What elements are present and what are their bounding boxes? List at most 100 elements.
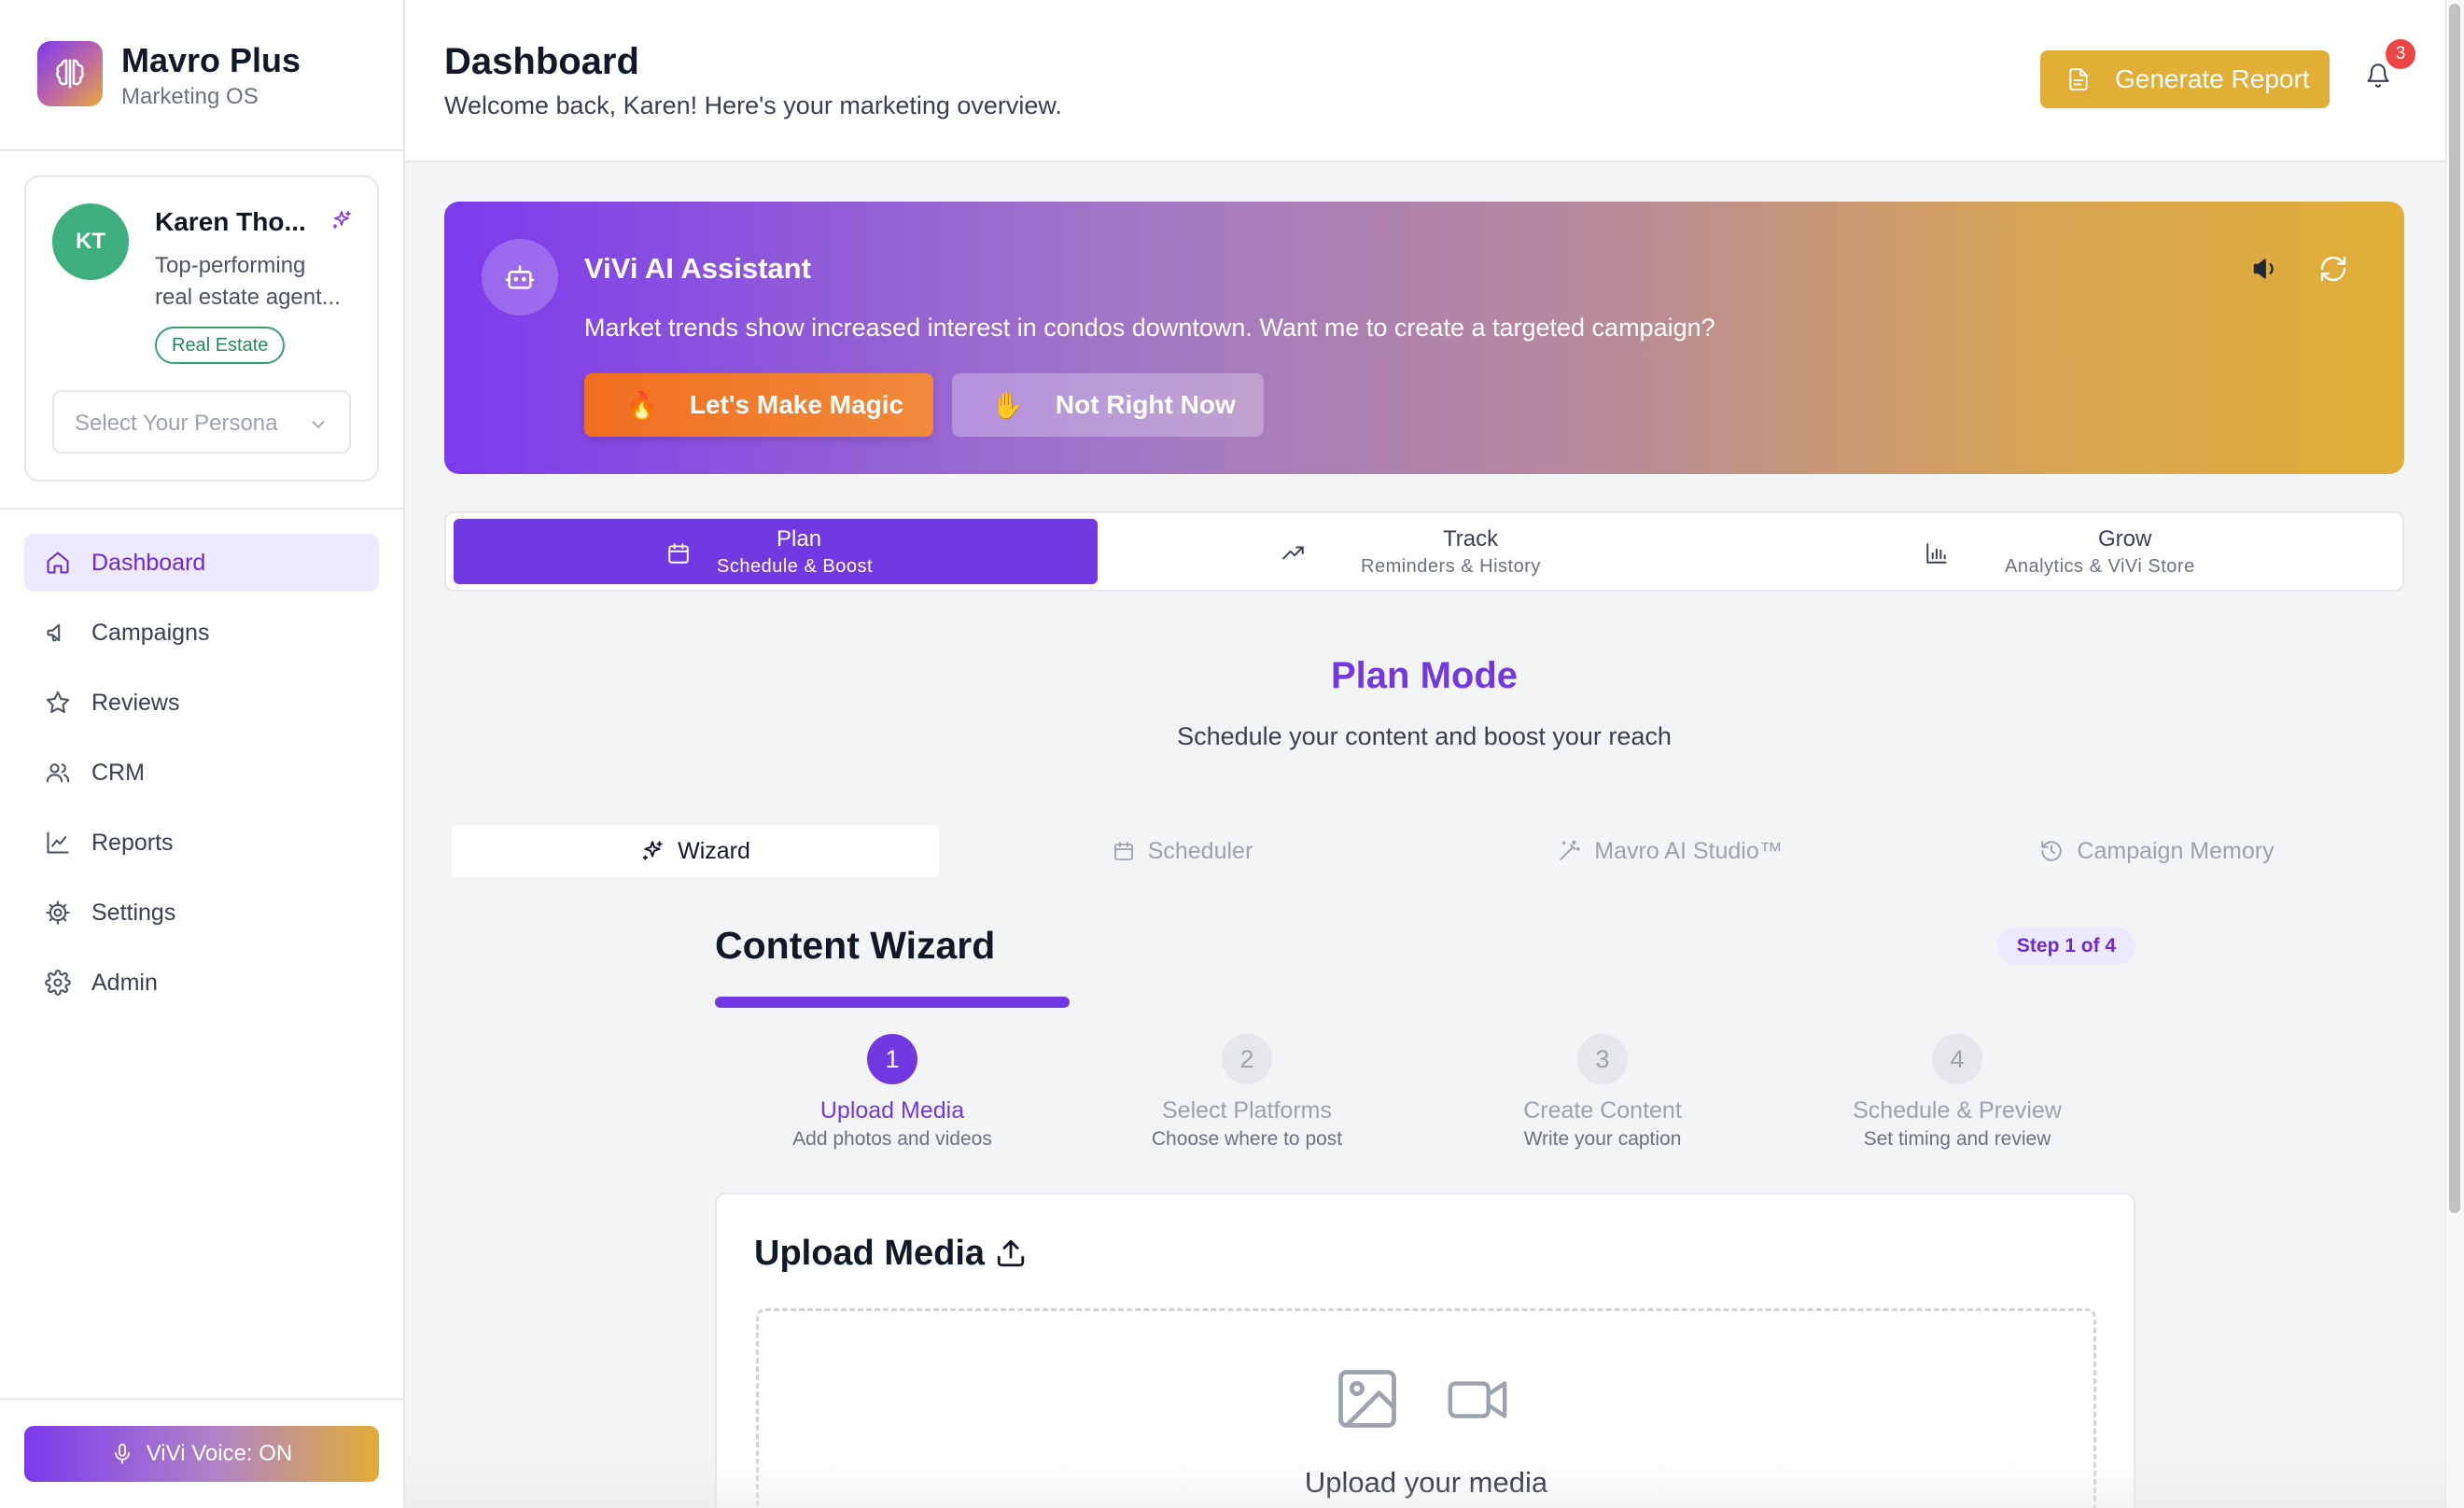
tab-scheduler[interactable]: Scheduler	[939, 825, 1426, 877]
profile-name: Karen Tho...	[155, 207, 306, 236]
not-right-now-label: Not Right Now	[1055, 390, 1236, 419]
calendar-icon	[1113, 840, 1135, 862]
tab-title: Track	[1443, 526, 1499, 552]
tab-title: Plan	[777, 526, 822, 552]
wizard-step-create-content[interactable]: 3 Create Content Write your caption	[1425, 1034, 1780, 1151]
speaker-icon[interactable]	[2251, 254, 2281, 284]
step-title: Schedule & Preview	[1853, 1097, 2062, 1124]
tab-subtitle: Reminders & History	[1361, 556, 1541, 577]
content-wizard-title: Content Wizard	[715, 924, 996, 967]
step-number: 4	[1932, 1034, 1982, 1084]
brand-tagline: Marketing OS	[121, 84, 259, 109]
lets-make-magic-button[interactable]: 🔥 Let's Make Magic	[584, 373, 933, 437]
not-right-now-button[interactable]: ✋ Not Right Now	[952, 373, 1264, 437]
wizard-step-upload-media[interactable]: 1 Upload Media Add photos and videos	[715, 1034, 1070, 1151]
sidebar-item-admin[interactable]: Admin	[24, 954, 379, 1012]
vivi-assistant-banner: ViVi AI Assistant Market trends show inc…	[444, 202, 2404, 474]
vivi-voice-toggle[interactable]: ViVi Voice: ON	[24, 1426, 379, 1482]
star-icon	[43, 688, 73, 718]
brand[interactable]: Mavro Plus Marketing OS	[37, 41, 392, 110]
sidebar-item-label: Reports	[91, 829, 174, 856]
tab-ai-studio[interactable]: Mavro AI Studio™	[1426, 825, 1913, 877]
robot-icon	[482, 239, 558, 315]
vivi-voice-label: ViVi Voice: ON	[146, 1441, 293, 1466]
tab-campaign-memory[interactable]: Campaign Memory	[1913, 825, 2401, 877]
video-icon	[1440, 1367, 1515, 1432]
tab-subtitle: Schedule & Boost	[717, 556, 873, 577]
media-dropzone[interactable]: Upload your media	[756, 1308, 2096, 1508]
sidebar-item-campaigns[interactable]: Campaigns	[24, 604, 379, 662]
avatar[interactable]: KT	[52, 203, 129, 280]
sidebar-item-dashboard[interactable]: Dashboard	[24, 534, 379, 592]
sidebar-divider	[0, 1398, 405, 1400]
generate-report-label: Generate Report	[2115, 64, 2310, 93]
vivi-title: ViVi AI Assistant	[584, 252, 811, 285]
history-icon	[2039, 839, 2064, 863]
step-title: Select Platforms	[1161, 1097, 1332, 1124]
cog-icon	[43, 898, 73, 928]
tab-ai-studio-label: Mavro AI Studio™	[1594, 837, 1783, 864]
brand-name: Mavro Plus	[121, 41, 301, 79]
sidebar-item-label: Reviews	[91, 689, 180, 716]
gear-icon	[43, 968, 73, 998]
tab-plan[interactable]: Plan Schedule & Boost	[454, 519, 1098, 584]
step-subtitle: Choose where to post	[1151, 1128, 1343, 1150]
lets-make-magic-label: Let's Make Magic	[689, 390, 904, 419]
step-number: 2	[1222, 1034, 1272, 1084]
persona-placeholder: Select Your Persona	[75, 411, 278, 436]
step-subtitle: Add photos and videos	[792, 1128, 992, 1150]
sidebar-item-settings[interactable]: Settings	[24, 884, 379, 942]
sidebar: Mavro Plus Marketing OS KT Karen Tho... …	[0, 0, 405, 1508]
wizard-progress-bar	[715, 997, 1070, 1008]
page-title: Dashboard	[444, 41, 639, 82]
chevron-down-icon	[308, 414, 329, 435]
tab-track[interactable]: Track Reminders & History	[1103, 519, 1747, 584]
home-icon	[43, 548, 73, 578]
line-chart-icon	[43, 828, 73, 858]
microphone-icon	[111, 1443, 133, 1465]
dropzone-text: Upload your media	[1304, 1466, 1548, 1499]
wizard-step-schedule-preview[interactable]: 4 Schedule & Preview Set timing and revi…	[1780, 1034, 2135, 1151]
fire-icon: 🔥	[625, 390, 658, 420]
step-indicator-badge: Step 1 of 4	[1997, 928, 2135, 965]
profile-description-line: Top-performing	[155, 253, 306, 278]
persona-select[interactable]: Select Your Persona	[52, 390, 351, 454]
sidebar-item-reviews[interactable]: Reviews	[24, 674, 379, 732]
profile-description: Top-performing real estate agent...	[155, 250, 360, 314]
calendar-icon	[666, 541, 691, 566]
generate-report-button[interactable]: Generate Report	[2040, 50, 2330, 108]
profile-card: KT Karen Tho... Top-performing real esta…	[24, 175, 379, 482]
sparkles-icon[interactable]	[330, 209, 353, 231]
sidebar-divider	[0, 508, 405, 510]
step-title: Upload Media	[819, 1097, 965, 1124]
notification-badge: 3	[2386, 39, 2415, 69]
step-number: 1	[867, 1034, 917, 1084]
bell-icon[interactable]	[2365, 62, 2391, 90]
industry-badge: Real Estate	[155, 327, 286, 364]
bar-chart-icon	[1925, 541, 1949, 566]
sidebar-item-label: Settings	[91, 899, 176, 926]
tab-campaign-memory-label: Campaign Memory	[2077, 837, 2275, 864]
upload-media-title: Upload Media	[754, 1234, 986, 1273]
sidebar-item-label: CRM	[91, 759, 145, 786]
tab-grow[interactable]: Grow Analytics & ViVi Store	[1753, 519, 2397, 584]
sidebar-item-reports[interactable]: Reports	[24, 814, 379, 872]
scrollbar-thumb[interactable]	[2449, 4, 2460, 1213]
upload-media-card: Upload Media Upload your media	[715, 1193, 2135, 1508]
sidebar-item-crm[interactable]: CRM	[24, 744, 379, 802]
plan-mode-subtitle: Schedule your content and boost your rea…	[1177, 722, 1672, 750]
page-subtitle: Welcome back, Karen! Here's your marketi…	[444, 91, 1062, 119]
page-header: Dashboard Welcome back, Karen! Here's yo…	[405, 0, 2445, 162]
wizard-step-select-platforms[interactable]: 2 Select Platforms Choose where to post	[1070, 1034, 1424, 1151]
tab-subtitle: Analytics & ViVi Store	[2005, 556, 2195, 577]
brain-icon	[37, 41, 103, 106]
hand-icon: ✋	[991, 390, 1024, 420]
step-title: Create Content	[1523, 1097, 1682, 1124]
users-icon	[43, 758, 73, 788]
upload-icon	[995, 1237, 1027, 1269]
profile-description-line: real estate agent...	[155, 285, 341, 310]
tab-wizard-label: Wizard	[678, 837, 750, 864]
tab-wizard[interactable]: Wizard	[452, 825, 939, 877]
step-number: 3	[1577, 1034, 1628, 1084]
refresh-icon[interactable]	[2318, 254, 2348, 284]
